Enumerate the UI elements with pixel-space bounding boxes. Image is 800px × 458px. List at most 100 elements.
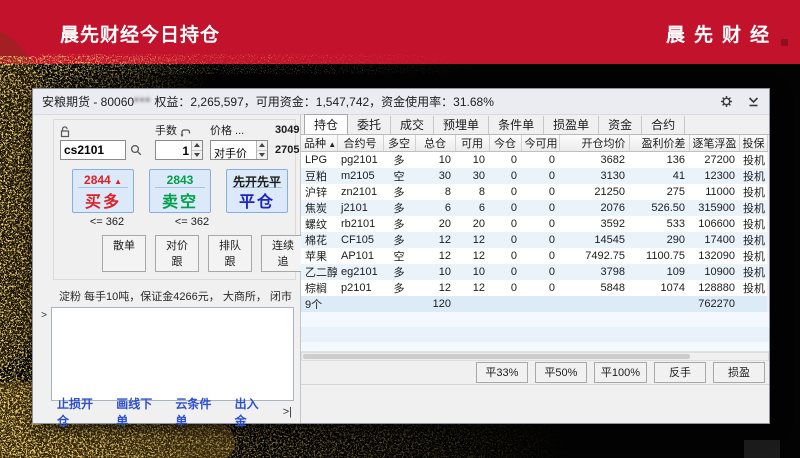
- table-cell: 0: [521, 200, 559, 216]
- table-row[interactable]: 焦炭 j2101 多 6 6 0 0 2076 526.50 315900 投机: [301, 200, 767, 216]
- close-position-button[interactable]: 先开先平 平仓: [226, 169, 288, 213]
- qty-cycle-icon[interactable]: [180, 128, 191, 138]
- column-header-总仓[interactable]: 总仓: [415, 135, 456, 152]
- positions-table: 品种 ▲ 合约号 多空 总仓 可用 今仓 今可用 开仓均价 盈利价差 逐笔浮盈 投保 LPG pg21…: [301, 135, 768, 312]
- table-row[interactable]: 螺纹 rb2101 多 20 20 0 0 3592 533 106600 投机: [301, 216, 767, 232]
- position-action-buttons: 平33% 平50% 平100% 反手 损盈: [301, 361, 769, 385]
- tab-条件单[interactable]: 条件单: [489, 116, 545, 134]
- table-cell: 106600: [689, 216, 739, 232]
- table-body: LPG pg2101 多 10 10 0 0 3682 136 27200 投机 豆粕 m2105 空 30…: [301, 151, 767, 312]
- qty-up-icon[interactable]: [192, 141, 202, 150]
- table-cell: 1074: [629, 280, 689, 296]
- tab-预埋单[interactable]: 预埋单: [434, 116, 490, 134]
- banner-title-left: 晨先财经今日持仓: [60, 25, 221, 46]
- price-type-select[interactable]: 对手价: [210, 140, 268, 160]
- table-row[interactable]: 棉花 CF105 多 12 12 0 0 14545 290 17400 投机: [301, 232, 767, 248]
- link-止损开仓[interactable]: 止损开仓: [57, 395, 101, 429]
- column-header-今仓[interactable]: 今仓: [489, 135, 522, 152]
- search-icon[interactable]: [130, 144, 142, 156]
- table-cell: 5848: [559, 280, 629, 296]
- column-header-盈利价差[interactable]: 盈利价差: [629, 135, 690, 152]
- table-cell: 132090: [689, 248, 739, 264]
- price-up-spin-icon[interactable]: [257, 141, 267, 150]
- table-row[interactable]: 棕榈 p2101 多 12 12 0 0 5848 1074 128880 投机: [301, 280, 767, 296]
- table-cell: 12: [455, 280, 489, 296]
- tab-成交[interactable]: 成交: [391, 116, 435, 134]
- summary-cell: [337, 296, 383, 312]
- table-cell: 投机: [739, 264, 767, 280]
- table-cell: 0: [489, 232, 521, 248]
- summary-cell: 762270: [689, 296, 739, 312]
- qty-down-icon[interactable]: [192, 149, 202, 159]
- table-cell: 0: [521, 168, 559, 184]
- tab-资金[interactable]: 资金: [599, 116, 643, 134]
- link-画线下单[interactable]: 画线下单: [116, 395, 160, 429]
- column-header-多空[interactable]: 多空: [383, 135, 416, 152]
- action-button-平33%[interactable]: 平33%: [475, 361, 528, 383]
- action-button-平100%[interactable]: 平100%: [593, 361, 647, 383]
- table-cell: 多: [383, 264, 415, 280]
- account-masked: ***: [134, 95, 152, 109]
- table-cell: 0: [489, 168, 521, 184]
- collapse-window-icon[interactable]: [747, 95, 760, 108]
- table-cell: 12: [415, 232, 455, 248]
- column-header-品种[interactable]: 品种 ▲: [301, 135, 338, 152]
- contract-input[interactable]: [60, 140, 126, 160]
- message-box[interactable]: [51, 307, 294, 401]
- link-出入金[interactable]: 出入金: [235, 395, 268, 429]
- table-cell: 109: [629, 264, 689, 280]
- quick-button-连续追[interactable]: 连续追: [261, 235, 305, 272]
- table-cell: 14545: [559, 232, 629, 248]
- table-row[interactable]: 豆粕 m2105 空 30 30 0 0 3130 41 12300 投机: [301, 168, 767, 184]
- table-cell: 多: [383, 216, 415, 232]
- table-cell: 526.50: [629, 200, 689, 216]
- quick-button-散单[interactable]: 散单: [102, 235, 146, 272]
- table-cell: zn2101: [337, 184, 383, 200]
- scrollbar-thumb[interactable]: [303, 353, 690, 359]
- column-header-逐笔浮盈[interactable]: 逐笔浮盈: [689, 135, 740, 152]
- quick-button-排队跟[interactable]: 排队跟: [208, 235, 252, 272]
- table-cell: 苹果: [301, 248, 337, 264]
- panel-expand-icon[interactable]: >|: [283, 406, 292, 418]
- price-down-spin-icon[interactable]: [257, 149, 267, 159]
- panel-collapse-icon[interactable]: >: [37, 307, 51, 401]
- top-banner: 晨先财经今日持仓 晨先财经: [0, 0, 800, 64]
- price-label: 价格 ...: [210, 125, 245, 137]
- table-row[interactable]: LPG pg2101 多 10 10 0 0 3682 136 27200 投机: [301, 151, 767, 168]
- action-button-反手[interactable]: 反手: [654, 361, 706, 383]
- tab-合约[interactable]: 合约: [642, 116, 686, 134]
- table-row[interactable]: 沪锌 zn2101 多 8 8 0 0 21250 275 11000 投机: [301, 184, 767, 200]
- column-header-今可用[interactable]: 今可用: [521, 135, 560, 152]
- horizontal-scrollbar[interactable]: [301, 351, 769, 361]
- table-cell: 焦炭: [301, 200, 337, 216]
- table-cell: 533: [629, 216, 689, 232]
- table-cell: 17400: [689, 232, 739, 248]
- tab-持仓[interactable]: 持仓: [304, 114, 349, 134]
- column-header-开仓均价[interactable]: 开仓均价: [559, 135, 630, 152]
- column-header-合约号[interactable]: 合约号: [337, 135, 384, 152]
- table-cell: p2101: [337, 280, 383, 296]
- table-cell: 7492.75: [559, 248, 629, 264]
- table-cell: 2076: [559, 200, 629, 216]
- table-row[interactable]: 乙二醇 eg2101 多 10 10 0 0 3798 109 10900 投机: [301, 264, 767, 280]
- column-header-可用[interactable]: 可用: [455, 135, 490, 152]
- table-cell: 10: [455, 151, 489, 168]
- table-row[interactable]: 苹果 AP101 空 12 12 0 0 7492.75 1100.75 132090 投机: [301, 248, 767, 264]
- column-header-投保[interactable]: 投保: [739, 135, 768, 152]
- table-cell: 1100.75: [629, 248, 689, 264]
- gear-icon[interactable]: [720, 95, 733, 108]
- price-up-arrow-icon: ▲: [114, 177, 122, 186]
- tab-委托[interactable]: 委托: [348, 116, 392, 134]
- tab-损盈单[interactable]: 损盈单: [544, 116, 600, 134]
- link-云条件单[interactable]: 云条件单: [175, 395, 219, 429]
- quick-button-对价跟[interactable]: 对价跟: [155, 235, 199, 272]
- lock-open-icon[interactable]: [60, 126, 148, 139]
- quantity-stepper[interactable]: 1: [155, 140, 203, 160]
- buy-long-button[interactable]: 2844 ▲ 买多: [72, 169, 134, 213]
- sell-short-button[interactable]: 2843 卖空: [149, 169, 211, 213]
- table-cell: 128880: [689, 280, 739, 296]
- summary-cell: [629, 296, 689, 312]
- action-button-损盈[interactable]: 损盈: [713, 361, 765, 383]
- action-button-平50%[interactable]: 平50%: [534, 361, 587, 383]
- table-cell: 0: [521, 184, 559, 200]
